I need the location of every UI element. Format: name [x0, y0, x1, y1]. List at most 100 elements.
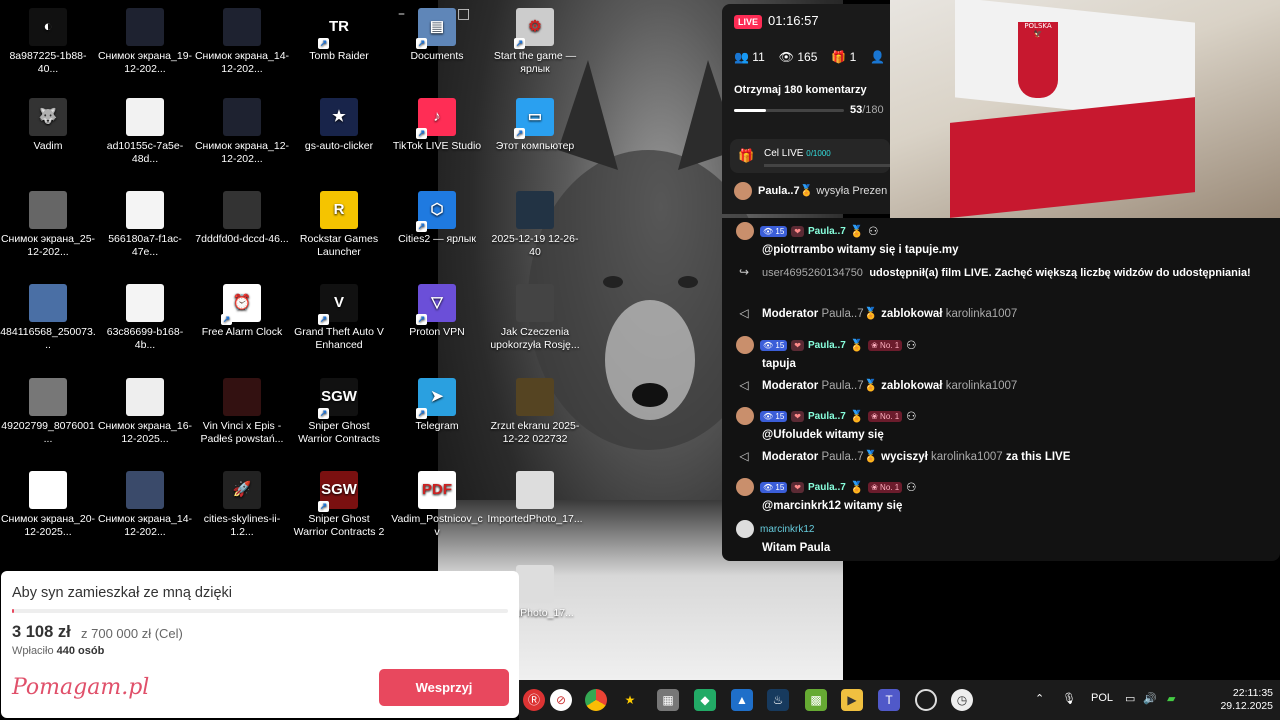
shortcut-arrow-icon: ↗ [318, 501, 329, 512]
battery-icon[interactable]: ▰ [1167, 692, 1175, 705]
desktop-icon[interactable]: ♪ ↗ TikTok LIVE Studio [389, 98, 485, 153]
desktop-icon-label: 49202799_8076001... [1, 420, 95, 445]
desktop-icon-image [223, 191, 261, 229]
desktop-icon[interactable]: Vin Vinci x Epis - Padłeś powstań... [194, 378, 290, 446]
desktop-icon-image: PDF [418, 471, 456, 509]
desktop-icon-image: ▤ ↗ [416, 8, 456, 49]
desktop-icon-image [126, 8, 164, 46]
box-icon[interactable]: ▦ [657, 689, 679, 711]
shortcut-arrow-icon: ↗ [416, 314, 427, 325]
desktop-icon[interactable]: 🚀 cities-skylines-ii-1.2... [194, 471, 290, 539]
desktop-icon[interactable]: 49202799_8076001... [0, 378, 96, 446]
desktop-icon[interactable]: ▽ ↗ Proton VPN [389, 284, 485, 339]
desktop-icon[interactable]: PDF Vadim_Postnicov_cv [389, 471, 485, 539]
game-icon[interactable]: ▩ [805, 689, 827, 711]
teams-icon[interactable]: T [878, 689, 900, 711]
fundraiser-goal: z 700 000 zł (Cel) [81, 626, 183, 641]
desktop-icon[interactable]: Снимок экрана_20-12-2025... [0, 471, 96, 539]
desktop-icon-image [29, 284, 67, 322]
desktop-icon[interactable]: Снимок экрана_16-12-2025... [97, 378, 193, 446]
pomagam-fundraiser-card: Aby syn zamieszkał ze mną dzięki 3 108 z… [1, 571, 519, 718]
desktop-icon[interactable]: ⏰ ↗ Free Alarm Clock [194, 284, 290, 339]
desktop-icon[interactable]: Снимок экрана_12-12-202... [194, 98, 290, 166]
desktop-icon[interactable]: V ↗ Grand Theft Auto V Enhanced [291, 284, 387, 352]
volume-icon[interactable]: 🔊 [1143, 692, 1157, 705]
steam-icon[interactable]: ♨ [767, 689, 789, 711]
views-stat: 👁 165 [778, 50, 818, 64]
red-app-icon[interactable]: Ⓡ [523, 689, 545, 711]
desktop-icon[interactable]: ad10155c-7a5e-48d... [97, 98, 193, 166]
desktop-icon[interactable]: Снимок экрана_25-12-202... [0, 191, 96, 259]
shortcut-arrow-icon: ↗ [514, 128, 525, 139]
desktop-icon[interactable]: Zrzut ekranu 2025-12-22 022732 [487, 378, 583, 446]
desktop-icon[interactable]: ImportedPhoto_17... [487, 471, 583, 526]
desktop-icon-image: 🚀 [223, 471, 261, 509]
desktop-icon-label: Vadim_Postnicov_cv [391, 513, 483, 538]
desktop-icon-label: Этот компьютер [495, 140, 575, 152]
fundraiser-donors: Wpłaciło 440 osób [12, 645, 105, 657]
desktop-icon[interactable]: ⬡ ↗ Cities2 — ярлык [389, 191, 485, 246]
desktop-icon-label: Снимок экрана_19-12-202... [97, 50, 193, 75]
taskbar: Ⓡ ⊘ ★ ▦ ◆ ▲ ♨ ▩ ▶ T ◷ ⌃ 🎙 POL ▭ 🔊 ▰ 22:1… [519, 680, 1280, 720]
shortcut-arrow-icon: ↗ [416, 408, 427, 419]
desktop-icon-label: 566180a7-f1ac-47e... [108, 233, 182, 258]
desktop-icon[interactable]: ◐ 8a987225-1b88-40... [0, 8, 96, 76]
desktop-icon-image: SGW ↗ [318, 471, 358, 512]
desktop-icon[interactable]: ★ gs-auto-clicker [291, 98, 387, 153]
live-goal-card[interactable]: 🎁 Cel LIVE 0/1000 [730, 139, 890, 173]
desktop-icon[interactable]: R Rockstar Games Launcher [291, 191, 387, 259]
desktop-icon[interactable]: ➤ ↗ Telegram [389, 378, 485, 433]
clock-date: 29.12.2025 [1220, 700, 1273, 712]
desktop-icon[interactable]: SGW ↗ Sniper Ghost Warrior Contracts [291, 378, 387, 446]
desktop-icon[interactable]: 63c86699-b168-4b... [97, 284, 193, 352]
network-icon[interactable]: ▭ [1125, 692, 1135, 705]
chat-message: 👁 15 ❤ Paula..7 🏅 ⚇ @piotrrambo witamy się i … [736, 222, 1266, 256]
obs-icon[interactable] [915, 689, 937, 711]
app-icon[interactable]: ⊘ [550, 689, 572, 711]
add-user-icon[interactable]: 👤 [870, 50, 885, 64]
shortcut-arrow-icon: ↗ [318, 314, 329, 325]
desktop-icon[interactable]: 2025-12-19 12-26-40 [487, 191, 583, 259]
desktop-icon[interactable]: Снимок экрана_19-12-202... [97, 8, 193, 76]
desktop-icon-image: V ↗ [318, 284, 358, 325]
shortcut-arrow-icon: ↗ [416, 128, 427, 139]
desktop-icon[interactable]: 7dddfd0d-dccd-46... [194, 191, 290, 246]
media-icon[interactable]: ▶ [841, 689, 863, 711]
desktop-icon[interactable]: TR ↗ Tomb Raider [291, 8, 387, 63]
desktop-icon-image: ◐ [29, 8, 67, 46]
desktop-icon[interactable]: 566180a7-f1ac-47e... [97, 191, 193, 259]
desktop-icon-image [516, 191, 554, 229]
chevron-up-icon[interactable]: ⌃ [1035, 692, 1044, 705]
desktop-icon-label: Free Alarm Clock [201, 326, 283, 338]
desktop-icon[interactable]: Jak Czeczenia upokorzyła Rosję... [487, 284, 583, 352]
clock-icon[interactable]: ◷ [951, 689, 973, 711]
desktop-icon-label: 484116568_250073... [0, 326, 96, 351]
puzzle-icon[interactable]: ◆ [694, 689, 716, 711]
language-indicator[interactable]: POL [1091, 692, 1113, 704]
desktop-icon-label: Start the game — ярлык [493, 50, 577, 75]
support-button[interactable]: Wesprzyj [379, 669, 509, 706]
chat-message: ◁ Moderator Paula..7🏅 zablokował karolink… [739, 378, 1018, 392]
desktop-icon[interactable]: Снимок экрана_14-12-202... [194, 8, 290, 76]
shortcut-arrow-icon: ↗ [318, 38, 329, 49]
desktop-icon[interactable]: 🐺 Vadim [0, 98, 96, 153]
desktop-icon[interactable]: Снимок экрана_14-12-202... [97, 471, 193, 539]
desktop-icon[interactable]: 484116568_250073... [0, 284, 96, 352]
desktop-icon[interactable]: ▤ ↗ Documents [389, 8, 485, 63]
system-clock[interactable]: 22:11:35 29.12.2025 [1195, 687, 1273, 713]
desktop-icon[interactable]: SGW ↗ Sniper Ghost Warrior Contracts 2 [291, 471, 387, 539]
desktop-icon-image [126, 98, 164, 136]
desktop-icon-image [29, 471, 67, 509]
cities-icon[interactable]: ▲ [731, 689, 753, 711]
desktop-icon-label: Снимок экрана_12-12-202... [194, 140, 290, 165]
desktop-icon[interactable]: ▭ ↗ Этот компьютер [487, 98, 583, 153]
star-icon[interactable]: ★ [619, 689, 641, 711]
desktop-icon-image [516, 378, 554, 416]
microphone-icon[interactable]: 🎙 [1062, 692, 1076, 705]
chat-message: ↪ user4695260134750 udostępnił(a) film LI… [738, 265, 1251, 279]
chrome-icon[interactable] [585, 689, 607, 711]
desktop-icon-image: R [320, 191, 358, 229]
desktop-icon[interactable]: ⚙ ↗ Start the game — ярлык [487, 8, 583, 76]
desktop-icon-image [126, 378, 164, 416]
desktop-icon-image [223, 378, 261, 416]
